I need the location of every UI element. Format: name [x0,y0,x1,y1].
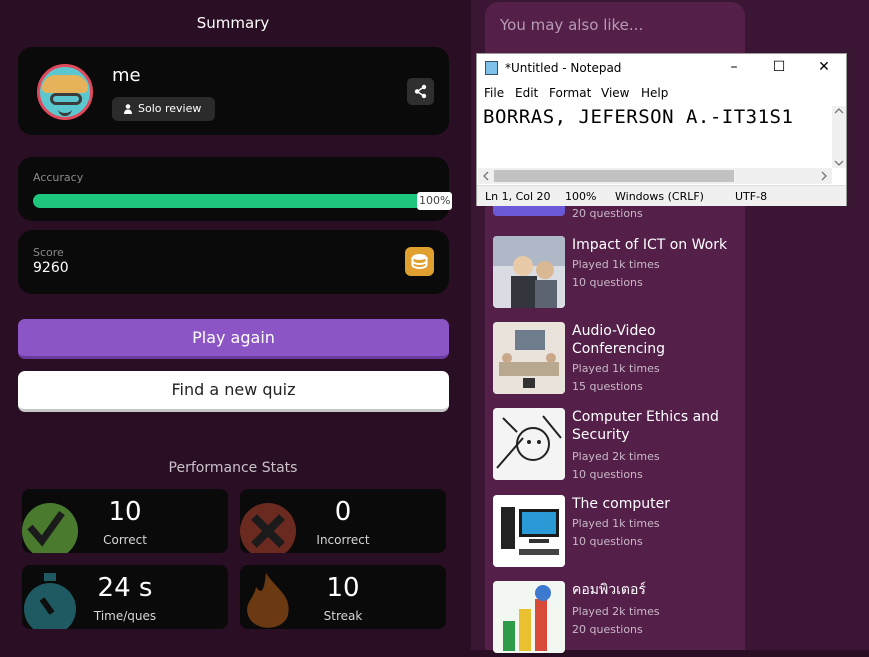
notepad-icon [485,61,498,75]
coins-icon [405,247,434,276]
quiz-plays: Played 2k times [572,450,660,463]
minimize-button[interactable]: – [722,58,746,76]
quiz-plays: Played 1k times [572,362,660,375]
stat-streak: 10 Streak [240,565,446,629]
mode-label: Solo review [138,102,202,115]
menu-format[interactable]: Format [549,86,591,100]
status-bar: Ln 1, Col 20 100% Windows (CRLF) UTF-8 [477,185,846,206]
scroll-right-icon [821,171,827,181]
accuracy-card: Accuracy 100% [18,157,453,221]
accuracy-bar [33,194,447,208]
stat-correct-label: Correct [103,533,147,547]
horizontal-scroll-thumb[interactable] [494,170,734,182]
accuracy-label: Accuracy [33,171,84,184]
quiz-questions: 15 questions [572,380,643,393]
list-item[interactable]: คอมพิวเตอร์ Played 2k times 20 questions [493,581,743,657]
score-value: 9260 [33,260,69,276]
status-encoding: UTF-8 [735,190,768,203]
quiz-plays: Played 1k times [572,517,660,530]
quiz-summary-panel: Summary me Solo review Accuracy 100% Sco… [0,0,471,650]
scroll-down-icon [834,160,844,166]
score-card: Score 9260 [18,230,449,294]
player-name: me [112,65,141,86]
quiz-thumbnail [493,408,565,480]
status-zoom: 100% [565,190,597,203]
stat-correct: 10 Correct [22,489,228,553]
avatar [37,64,93,120]
score-label: Score [33,246,64,259]
quiz-title: Impact of ICT on Work [572,237,728,253]
quiz-questions: 20 questions [572,623,643,636]
stat-time-value: 24 s [97,573,153,603]
vertical-scrollbar[interactable] [832,106,846,168]
user-icon [124,104,132,114]
status-position: Ln 1, Col 20 [485,190,551,203]
quiz-questions: 10 questions [572,276,643,289]
stat-time-label: Time/ques [93,609,157,623]
list-item[interactable]: Computer Ethics and Security Played 2k t… [493,408,743,484]
quiz-title: Computer Ethics and Security [572,409,719,443]
stat-incorrect: 0 Incorrect [240,489,446,553]
accuracy-percent: 100% [417,192,453,210]
menu-view[interactable]: View [601,86,629,100]
list-item[interactable]: Impact of ICT on Work Played 1k times 10… [493,236,743,312]
stat-streak-label: Streak [323,609,363,623]
notepad-title: *Untitled - Notepad [505,61,622,75]
performance-stats-title: Performance Stats [168,460,298,476]
share-icon [414,84,427,99]
quiz-questions: 20 questions [572,207,643,220]
recommendations-title: You may also like... [500,16,644,34]
menu-file[interactable]: File [484,86,504,100]
quiz-title: The computer [572,496,671,512]
summary-title: Summary [196,14,270,32]
accuracy-bar-fill [33,194,447,208]
quiz-questions: 10 questions [572,535,643,548]
scroll-left-icon [483,171,489,181]
mode-badge: Solo review [112,97,216,121]
quiz-thumbnail [493,495,565,567]
stat-time: 24 s Time/ques [22,565,228,629]
quiz-thumbnail [493,236,565,308]
play-again-button[interactable]: Play again [18,319,449,359]
profile-card: me Solo review [18,47,449,135]
stat-correct-value: 10 [108,497,142,527]
quiz-plays: Played 2k times [572,605,660,618]
quiz-title: คอมพิวเตอร์ [572,582,646,598]
quiz-questions: 10 questions [572,468,643,481]
horizontal-scrollbar[interactable] [478,168,832,184]
quiz-thumbnail [493,322,565,394]
quiz-plays: Played 1k times [572,258,660,271]
stat-streak-value: 10 [326,573,360,603]
quiz-thumbnail [493,581,565,653]
close-button[interactable]: ✕ [812,58,836,76]
scroll-up-icon [834,108,844,114]
list-item[interactable]: The computer Played 1k times 10 question… [493,495,743,571]
notepad-text-area[interactable]: BORRAS, JEFERSON A.-IT31S1 [483,106,793,128]
stat-incorrect-value: 0 [334,497,352,527]
status-line-ending: Windows (CRLF) [615,190,704,203]
maximize-button[interactable]: ☐ [767,58,791,76]
quiz-title: Audio-Video Conferencing [572,323,666,357]
menu-help[interactable]: Help [641,86,668,100]
find-new-quiz-button[interactable]: Find a new quiz [18,371,449,412]
share-button[interactable] [407,78,434,105]
notepad-window: *Untitled - Notepad – ☐ ✕ File Edit Form… [476,53,847,206]
list-item[interactable]: Audio-Video Conferencing Played 1k times… [493,322,743,398]
stat-incorrect-label: Incorrect [316,533,370,547]
menu-edit[interactable]: Edit [515,86,538,100]
